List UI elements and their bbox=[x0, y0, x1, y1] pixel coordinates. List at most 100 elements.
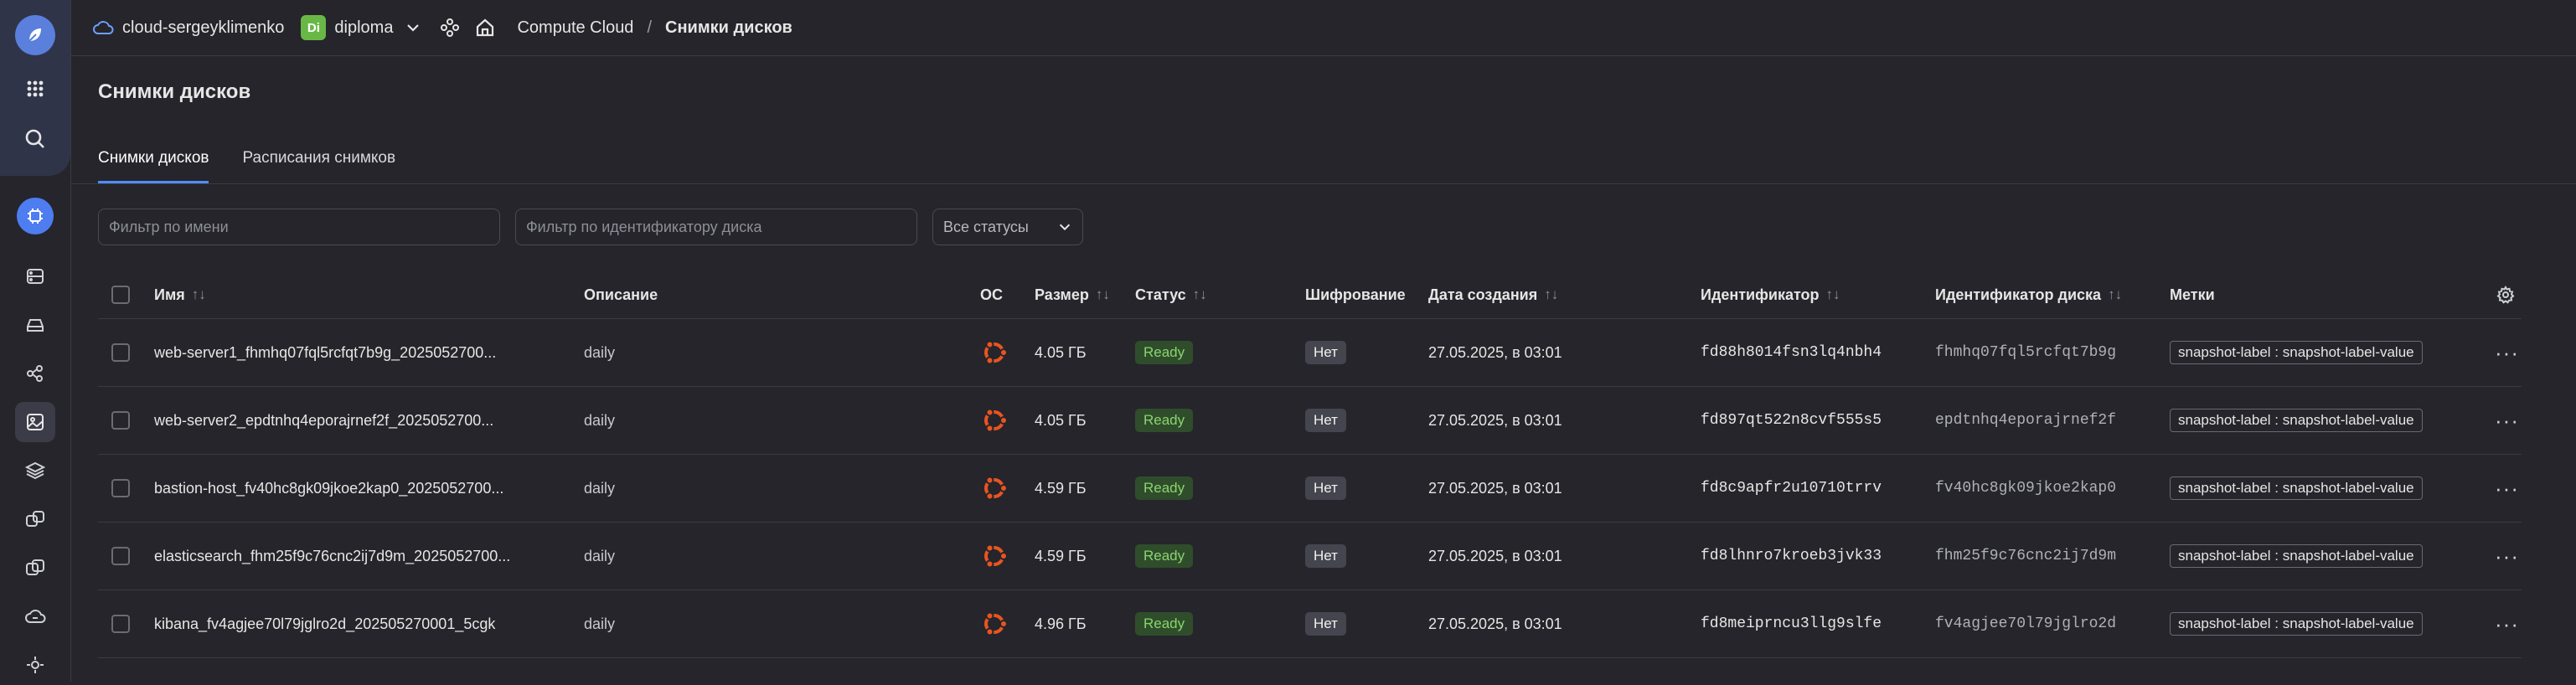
snapshot-name-link[interactable]: web-server2_epdtnhq4eporajrnef2f_2025052… bbox=[154, 387, 493, 454]
breadcrumb-service[interactable]: Compute Cloud bbox=[517, 18, 633, 38]
ubuntu-icon bbox=[980, 523, 1009, 590]
ubuntu-icon bbox=[980, 319, 1009, 386]
snapshot-description: daily bbox=[584, 547, 616, 564]
row-actions-menu-icon[interactable]: ··· bbox=[2495, 387, 2519, 454]
label-chip: snapshot-label : snapshot-label-value bbox=[2170, 544, 2423, 568]
table-row[interactable]: web-server2_epdtnhq4eporajrnef2f_2025052… bbox=[98, 387, 2522, 455]
snapshot-id: fd88h8014fsn3lq4nbh4 bbox=[1701, 344, 1882, 361]
tab-snapshots[interactable]: Снимки дисков bbox=[98, 141, 209, 184]
label-chip: snapshot-label : snapshot-label-value bbox=[2170, 612, 2423, 636]
organization-icon[interactable] bbox=[438, 16, 462, 39]
col-description: Описание bbox=[584, 286, 658, 303]
col-labels: Метки bbox=[2170, 286, 2215, 303]
chevron-down-icon[interactable] bbox=[405, 19, 421, 36]
table-row[interactable]: web-server1_fhmhq07fql5rcfqt7b9g_2025052… bbox=[98, 319, 2522, 387]
col-id[interactable]: Идентификатор ↑↓ bbox=[1701, 271, 1840, 318]
all-services-icon[interactable] bbox=[15, 69, 55, 109]
images-icon[interactable] bbox=[15, 451, 55, 491]
created-date: 27.05.2025, в 03:01 bbox=[1428, 411, 1562, 429]
col-os: ОС bbox=[980, 286, 1003, 303]
snapshot-name-link[interactable]: web-server1_fhmhq07fql5rcfqt7b9g_2025052… bbox=[154, 319, 496, 386]
placement-groups-icon[interactable] bbox=[15, 353, 55, 394]
gpu-clusters-icon[interactable] bbox=[15, 596, 55, 636]
encryption-badge: Нет bbox=[1305, 341, 1346, 364]
row-checkbox[interactable] bbox=[111, 615, 130, 633]
snapshot-name-link[interactable]: elasticsearch_fhm25f9c76cnc2ij7d9m_20250… bbox=[154, 523, 510, 590]
col-name[interactable]: Имя ↑↓ bbox=[154, 271, 206, 318]
row-checkbox[interactable] bbox=[111, 547, 130, 565]
table-row[interactable]: bastion-host_fv40hc8gk09jkoe2kap0_202505… bbox=[98, 455, 2522, 523]
column-settings-icon[interactable] bbox=[2496, 271, 2516, 318]
row-actions-menu-icon[interactable]: ··· bbox=[2495, 319, 2519, 386]
cloud-icon bbox=[93, 21, 114, 34]
col-size[interactable]: Размер ↑↓ bbox=[1035, 271, 1110, 318]
cloud-name: cloud-sergeyklimenko bbox=[122, 18, 285, 37]
col-status[interactable]: Статус ↑↓ bbox=[1135, 271, 1207, 318]
snapshot-description: daily bbox=[584, 343, 616, 361]
row-checkbox[interactable] bbox=[111, 411, 130, 430]
snapshot-id: fd8lhnro7kroeb3jvk33 bbox=[1701, 548, 1882, 564]
snapshot-name-link[interactable]: bastion-host_fv40hc8gk09jkoe2kap0_202505… bbox=[154, 455, 503, 522]
snapshot-description: daily bbox=[584, 615, 616, 632]
folder-selector[interactable]: Di diploma bbox=[284, 15, 421, 40]
col-created[interactable]: Дата создания ↑↓ bbox=[1428, 271, 1558, 318]
name-filter-input[interactable] bbox=[98, 209, 500, 245]
status-badge: Ready bbox=[1135, 476, 1194, 500]
compute-cloud-icon[interactable] bbox=[17, 198, 54, 234]
encryption-badge: Нет bbox=[1305, 544, 1346, 568]
disk-id: epdtnhq4eporajrnef2f bbox=[1935, 412, 2117, 429]
cloud-selector[interactable]: cloud-sergeyklimenko bbox=[70, 17, 284, 39]
sort-icon[interactable]: ↑↓ bbox=[192, 286, 206, 303]
status-badge: Ready bbox=[1135, 409, 1194, 432]
left-rail bbox=[0, 0, 71, 682]
folder-name: diploma bbox=[334, 18, 394, 37]
disk-id-filter-input[interactable] bbox=[515, 209, 917, 245]
tab-schedules[interactable]: Расписания снимков bbox=[242, 141, 395, 184]
sort-icon[interactable]: ↑↓ bbox=[1544, 286, 1558, 303]
table-row[interactable]: kibana_fv4agjee70l79jglro2d_202505270001… bbox=[98, 590, 2522, 658]
snapshot-size: 4.05 ГБ bbox=[1035, 343, 1087, 361]
vm-instances-icon[interactable] bbox=[15, 256, 55, 296]
label-chip: snapshot-label : snapshot-label-value bbox=[2170, 341, 2423, 364]
encryption-badge: Нет bbox=[1305, 476, 1346, 500]
sort-icon[interactable]: ↑↓ bbox=[1096, 286, 1110, 303]
filter-bar: Все статусы bbox=[98, 209, 1083, 245]
table-row[interactable]: elasticsearch_fhm25f9c76cnc2ij7d9m_20250… bbox=[98, 523, 2522, 590]
status-badge: Ready bbox=[1135, 612, 1194, 636]
instance-groups-icon[interactable] bbox=[15, 499, 55, 539]
status-select[interactable]: Все статусы bbox=[932, 209, 1083, 245]
select-all-checkbox[interactable] bbox=[111, 286, 130, 304]
row-actions-menu-icon[interactable]: ··· bbox=[2495, 455, 2519, 522]
row-actions-menu-icon[interactable]: ··· bbox=[2495, 523, 2519, 590]
home-icon[interactable] bbox=[473, 16, 497, 39]
file-storage-icon[interactable] bbox=[15, 548, 55, 588]
chevron-down-icon bbox=[1059, 224, 1071, 231]
table-header: Имя ↑↓ Описание ОС Размер ↑↓ Статус ↑↓ Шифр… bbox=[98, 271, 2522, 319]
label-chip: snapshot-label : snapshot-label-value bbox=[2170, 409, 2423, 432]
tabs-divider bbox=[70, 183, 2576, 184]
disks-icon[interactable] bbox=[15, 305, 55, 345]
row-actions-menu-icon[interactable]: ··· bbox=[2495, 590, 2519, 657]
cloud-logo-icon[interactable] bbox=[15, 15, 55, 55]
created-date: 27.05.2025, в 03:01 bbox=[1428, 343, 1562, 361]
created-date: 27.05.2025, в 03:01 bbox=[1428, 615, 1562, 632]
snapshot-size: 4.05 ГБ bbox=[1035, 411, 1087, 429]
sort-icon[interactable]: ↑↓ bbox=[1826, 286, 1840, 303]
ubuntu-icon bbox=[980, 387, 1009, 454]
col-disk-id[interactable]: Идентификатор диска ↑↓ bbox=[1935, 271, 2122, 318]
search-icon[interactable] bbox=[15, 119, 55, 159]
col-encryption: Шифрование bbox=[1305, 286, 1406, 303]
sort-icon[interactable]: ↑↓ bbox=[1193, 286, 1207, 303]
row-checkbox[interactable] bbox=[111, 343, 130, 362]
page-title: Снимки дисков bbox=[98, 80, 251, 103]
encryption-badge: Нет bbox=[1305, 612, 1346, 636]
status-badge: Ready bbox=[1135, 544, 1194, 568]
row-checkbox[interactable] bbox=[111, 479, 130, 497]
label-chip: snapshot-label : snapshot-label-value bbox=[2170, 476, 2423, 500]
snapshots-icon[interactable] bbox=[15, 402, 55, 442]
disk-id: fhm25f9c76cnc2ij7d9m bbox=[1935, 548, 2117, 564]
snapshot-name-link[interactable]: kibana_fv4agjee70l79jglro2d_202505270001… bbox=[154, 590, 495, 657]
sort-icon[interactable]: ↑↓ bbox=[2108, 286, 2122, 303]
settings-rail-icon[interactable] bbox=[15, 645, 55, 685]
disk-id: fhmhq07fql5rcfqt7b9g bbox=[1935, 344, 2117, 361]
